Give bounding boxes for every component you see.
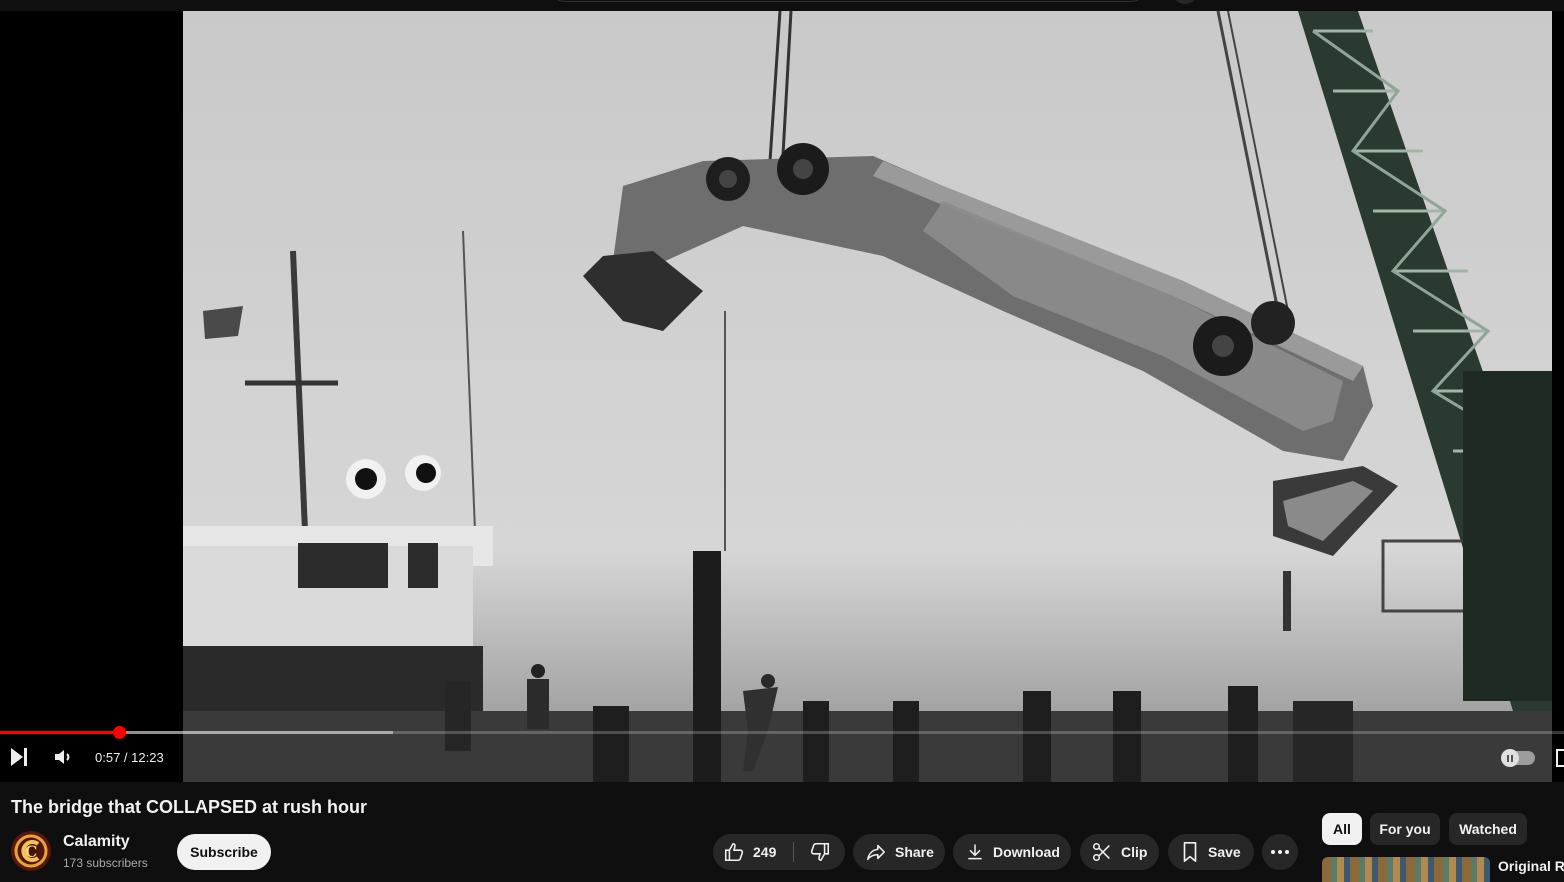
account-avatar[interactable] bbox=[1172, 0, 1198, 4]
channel-avatar[interactable]: C bbox=[11, 831, 51, 871]
chip-watched[interactable]: Watched bbox=[1449, 813, 1527, 845]
masthead bbox=[0, 0, 1564, 11]
chip-all[interactable]: All bbox=[1322, 813, 1362, 845]
video-frame[interactable] bbox=[183, 11, 1552, 782]
pause-icon bbox=[1501, 749, 1519, 767]
time-display: 0:57 / 12:23 bbox=[95, 750, 164, 765]
like-count: 249 bbox=[753, 844, 777, 860]
channel-logo-icon: C bbox=[14, 834, 48, 868]
dislike-button[interactable] bbox=[794, 834, 845, 870]
thumbs-up-icon bbox=[724, 842, 744, 862]
fullscreen-icon[interactable] bbox=[1556, 749, 1564, 767]
video-scene bbox=[183, 11, 1552, 782]
current-time: 0:57 bbox=[95, 750, 121, 765]
player-controls: 0:57 / 12:23 bbox=[0, 737, 1564, 779]
autoplay-toggle[interactable] bbox=[1501, 749, 1535, 767]
download-button[interactable]: Download bbox=[953, 834, 1071, 870]
save-label: Save bbox=[1208, 844, 1241, 860]
subscriber-count: 173 subscribers bbox=[63, 856, 148, 870]
download-icon bbox=[968, 844, 982, 860]
volume-icon bbox=[55, 750, 70, 764]
thumbs-down-icon bbox=[810, 842, 829, 862]
download-label: Download bbox=[993, 844, 1060, 860]
youtube-watch-page: 0:57 / 12:23 The bridge that COLLAPSED a… bbox=[0, 0, 1564, 882]
channel-name[interactable]: Calamity bbox=[63, 833, 130, 851]
progress-played bbox=[0, 731, 120, 734]
bookmark-icon bbox=[1183, 842, 1197, 862]
share-label: Share bbox=[895, 844, 934, 860]
next-button[interactable] bbox=[5, 743, 33, 771]
more-horizontal-icon bbox=[1271, 850, 1289, 854]
chip-for-you[interactable]: For you bbox=[1370, 813, 1440, 845]
recommendation-title[interactable]: Original Ra bbox=[1498, 858, 1564, 874]
video-title: The bridge that COLLAPSED at rush hour bbox=[11, 797, 368, 817]
clip-label: Clip bbox=[1121, 844, 1148, 860]
volume-button[interactable] bbox=[49, 743, 77, 771]
subscribe-button[interactable]: Subscribe bbox=[177, 834, 271, 870]
like-button[interactable]: 249 bbox=[713, 834, 793, 870]
recommendation-thumbnail[interactable] bbox=[1322, 857, 1490, 882]
share-arrow-icon bbox=[866, 844, 886, 861]
search-box[interactable] bbox=[552, 0, 1144, 2]
like-dislike-group: 249 bbox=[713, 834, 845, 870]
scissors-icon bbox=[1092, 842, 1110, 862]
more-actions-button[interactable] bbox=[1262, 834, 1298, 870]
time-separator: / bbox=[120, 750, 132, 765]
share-button[interactable]: Share bbox=[853, 834, 945, 870]
next-icon bbox=[11, 748, 27, 766]
clip-button[interactable]: Clip bbox=[1080, 834, 1159, 870]
duration: 12:23 bbox=[131, 750, 164, 765]
progress-bar[interactable] bbox=[0, 726, 1564, 739]
save-button[interactable]: Save bbox=[1168, 834, 1254, 870]
avatar-letter: C bbox=[25, 842, 38, 861]
video-player[interactable]: 0:57 / 12:23 bbox=[0, 11, 1564, 782]
